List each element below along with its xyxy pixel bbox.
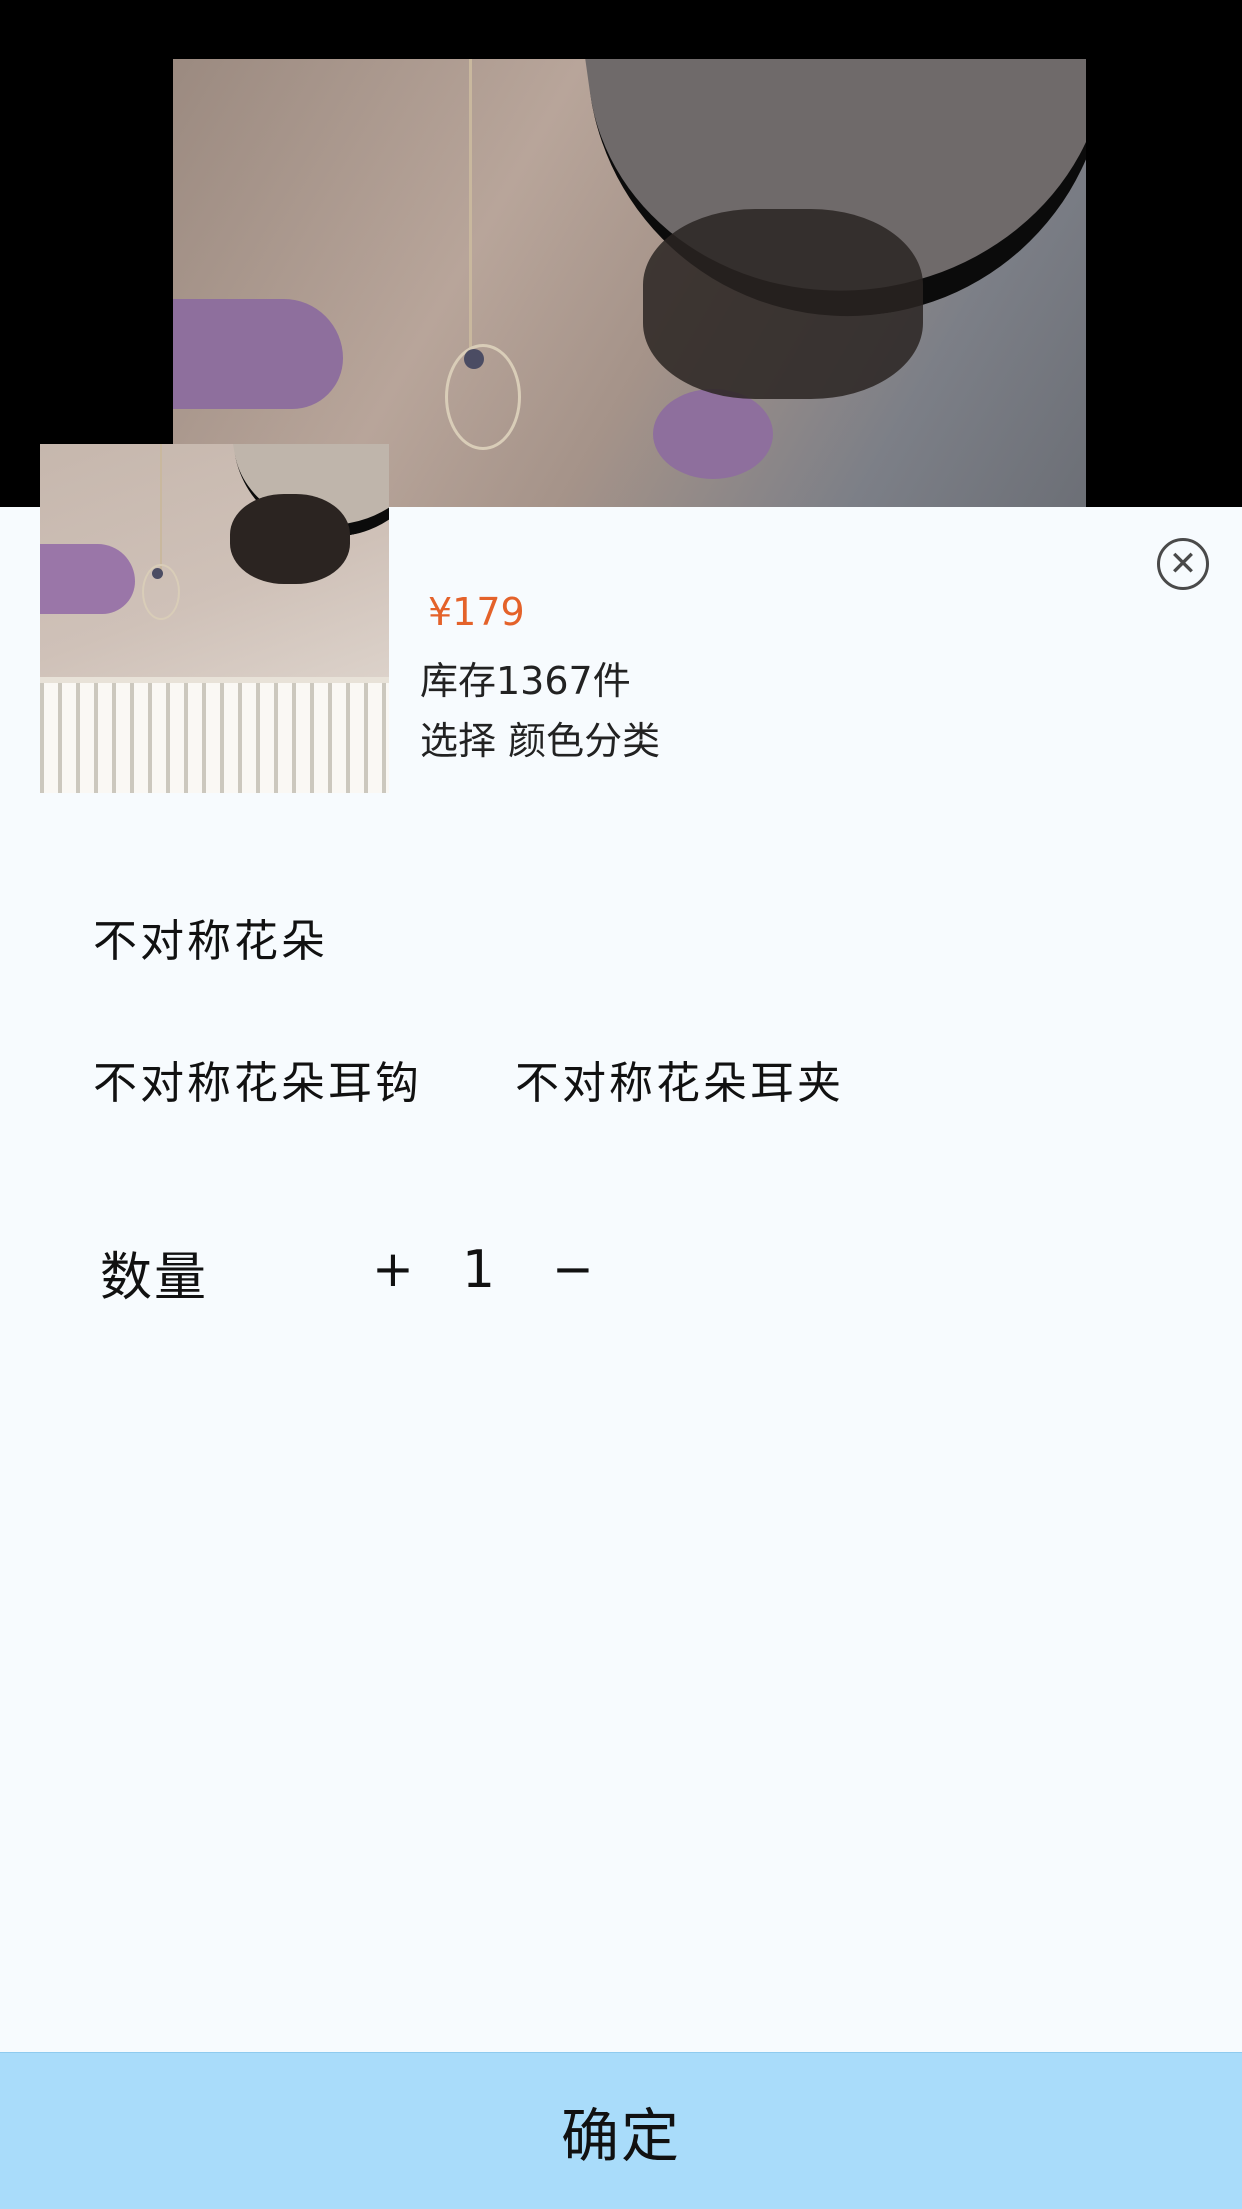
quantity-label: 数量 [100,1248,209,1308]
variant-group-title: 不对称花朵 [93,916,328,967]
quantity-value: 1 [462,1240,496,1300]
thumb-background-lilac [40,544,135,614]
selection-hint: 选择 颜色分类 [420,719,661,763]
product-price: ¥179 [428,590,525,634]
variant-option-ear-clip[interactable]: 不对称花朵耳夹 [515,1047,844,1111]
hero-background-lilac [173,299,343,409]
hero-hair [643,209,923,399]
thumb-ruffle-top [40,677,389,793]
thumb-earring-pearl [152,568,163,579]
quantity-increase-button[interactable]: + [372,1240,414,1298]
confirm-button[interactable]: 确定 [0,2052,1242,2209]
hero-earring-pearl [464,349,484,369]
close-button[interactable]: ✕ [1157,538,1209,590]
hero-earring-chain [469,59,472,359]
thumb-hair [230,494,350,584]
product-thumbnail [40,444,389,793]
product-stock: 库存1367件 [420,659,631,703]
confirm-button-label: 确定 [560,2102,681,2170]
variant-option-ear-hook[interactable]: 不对称花朵耳钩 [93,1047,422,1111]
product-hero-image [173,59,1086,507]
thumb-earring-chain [160,444,162,574]
close-icon: ✕ [1168,544,1198,584]
quantity-decrease-button[interactable]: − [552,1240,594,1298]
hero-background-lilac-2 [653,389,773,479]
